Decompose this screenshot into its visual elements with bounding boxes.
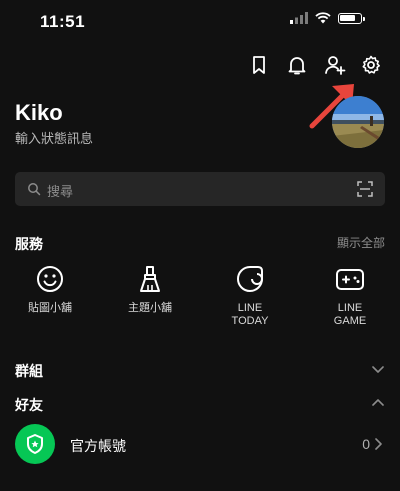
services-title: 服務: [15, 236, 43, 252]
service-item-sticker-shop[interactable]: 貼圖小舖: [10, 262, 90, 315]
friends-title[interactable]: 好友: [15, 395, 43, 415]
official-account-count: 0: [362, 436, 370, 452]
service-item-theme-shop[interactable]: 主題小舖: [110, 262, 190, 315]
chevron-down-icon[interactable]: [371, 362, 385, 376]
status-indicators: [290, 12, 365, 24]
chevron-right-icon[interactable]: [371, 437, 385, 451]
search-placeholder: 搜尋: [47, 184, 74, 199]
service-item-line-game[interactable]: LINE GAME: [310, 262, 390, 328]
qr-scan-icon[interactable]: [357, 181, 373, 197]
search-input[interactable]: 搜尋: [15, 172, 385, 206]
show-all-link[interactable]: 顯示全部: [337, 234, 385, 251]
service-label: LINE GAME: [333, 302, 367, 327]
cellular-signal-icon: [290, 12, 308, 24]
avatar[interactable]: [332, 96, 384, 148]
profile-name[interactable]: Kiko: [15, 100, 63, 126]
gear-icon[interactable]: [358, 52, 384, 78]
status-time: 11:51: [40, 12, 86, 31]
status-message[interactable]: 輸入狀態訊息: [15, 128, 93, 147]
bookmark-icon[interactable]: [246, 52, 272, 78]
official-account-label[interactable]: 官方帳號: [70, 436, 126, 456]
battery-icon: [338, 12, 365, 24]
search-icon: [28, 183, 41, 196]
chevron-up-icon[interactable]: [371, 396, 385, 410]
brush-icon: [133, 262, 167, 296]
service-label: 貼圖小舖: [28, 302, 72, 314]
service-item-line-today[interactable]: LINE TODAY: [210, 262, 290, 328]
line-today-icon: [233, 262, 267, 296]
bell-icon[interactable]: [284, 52, 310, 78]
add-friend-icon[interactable]: [322, 52, 348, 78]
groups-title[interactable]: 群組: [15, 361, 43, 381]
service-label: 主題小舖: [128, 302, 172, 314]
gamepad-icon: [333, 262, 367, 296]
wifi-icon: [315, 12, 331, 24]
service-label: LINE TODAY: [231, 302, 269, 327]
smiley-icon: [33, 262, 67, 296]
official-account-icon[interactable]: [15, 424, 55, 464]
